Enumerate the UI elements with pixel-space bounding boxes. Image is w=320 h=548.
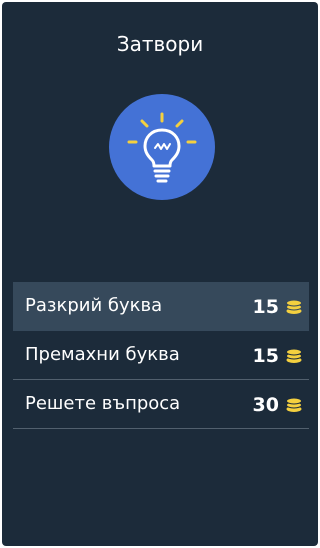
coins-icon [286,299,302,314]
hint-lightbulb-badge [109,94,215,200]
option-cost: 15 [252,345,279,367]
option-cost: 15 [252,296,279,318]
coins-icon [286,397,302,412]
coins-icon [286,348,302,363]
option-label: Премахни буква [25,344,180,365]
option-label: Разкрий буква [25,295,163,316]
option-remove-letter[interactable]: Премахни буква 15 [13,331,309,380]
hint-options-list: Разкрий буква 15 Премахни буква 15 Решет… [13,282,309,429]
option-cost: 30 [252,394,279,416]
close-button[interactable]: Затвори [2,26,318,62]
option-label: Решете въпроса [25,393,181,414]
hint-dialog: Затвори Разкрий буква 15 Премахни буква … [2,2,318,546]
option-solve-question[interactable]: Решете въпроса 30 [13,380,309,429]
lightbulb-icon [127,112,197,183]
option-reveal-letter[interactable]: Разкрий буква 15 [13,282,309,331]
